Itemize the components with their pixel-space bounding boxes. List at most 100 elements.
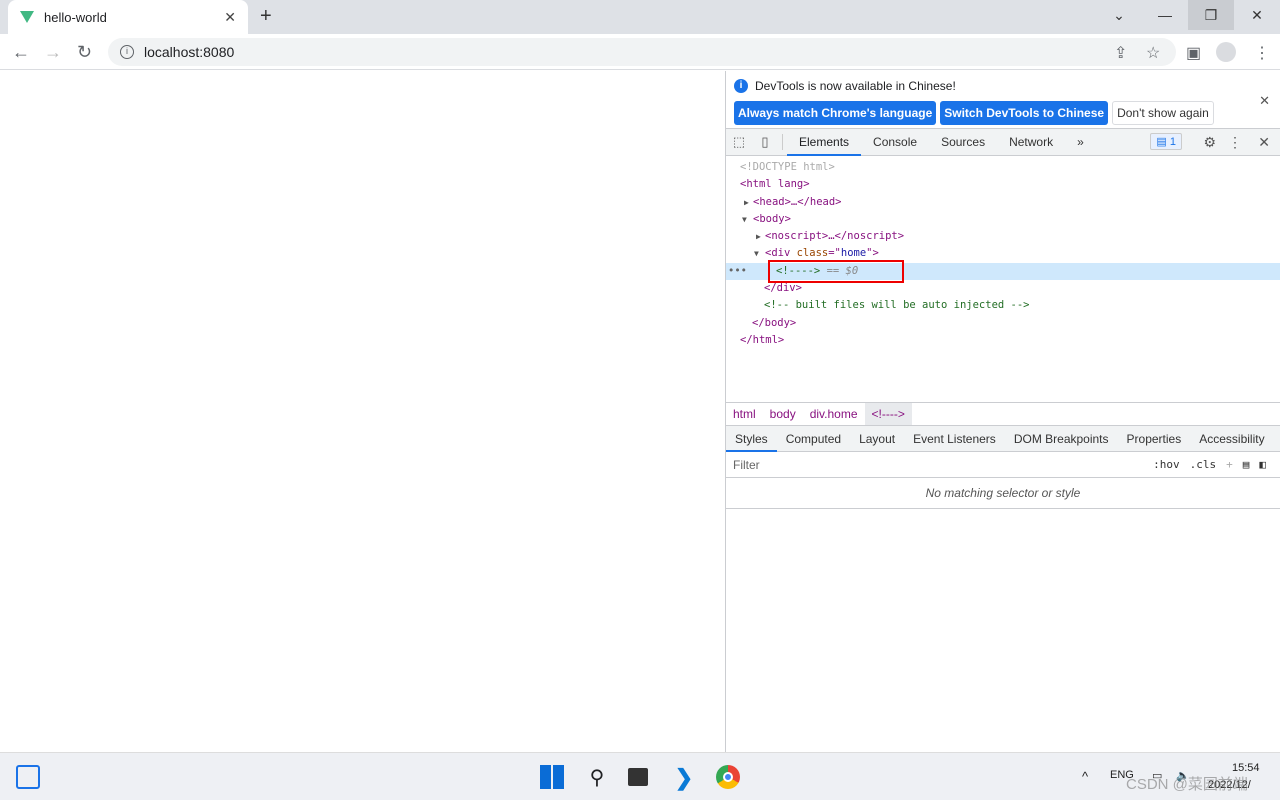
doctype: <!DOCTYPE html> bbox=[740, 161, 835, 173]
dom-node[interactable]: <!DOCTYPE html> bbox=[726, 159, 1280, 176]
reload-button[interactable]: ↻ bbox=[77, 42, 92, 63]
url-text: localhost:8080 bbox=[144, 44, 235, 60]
dom-node[interactable]: ▶ <noscript>…</noscript> bbox=[726, 228, 1280, 245]
menu-icon[interactable]: ⋮ bbox=[1254, 43, 1270, 63]
device-toggle-icon[interactable]: ▯ bbox=[752, 134, 778, 150]
expand-triangle-icon[interactable]: ▶ bbox=[744, 194, 749, 211]
tab-search-button[interactable]: ⌄ bbox=[1096, 0, 1142, 30]
issues-badge[interactable]: ▤ 1 bbox=[1150, 133, 1182, 150]
more-options-icon[interactable]: ⋮ bbox=[1228, 134, 1242, 151]
forward-button[interactable]: → bbox=[44, 42, 62, 63]
taskbar: ⚲ ❯ ^ ENG ▭ 🔈 15:54 2022/12/ bbox=[0, 752, 1280, 800]
divider bbox=[782, 134, 783, 150]
tab-strip: hello-world ✕ + ⌄ — ❐ ✕ bbox=[0, 0, 1280, 34]
crumb-comment[interactable]: <!----> bbox=[864, 403, 912, 425]
devtools-tabs: ⬚ ▯ Elements Console Sources Network » ▤… bbox=[726, 129, 1280, 156]
collapse-triangle-icon[interactable]: ▼ bbox=[754, 245, 759, 262]
tab-title: hello-world bbox=[44, 9, 107, 25]
info-icon: i bbox=[734, 79, 748, 93]
language-infobar: i DevTools is now available in Chinese! A… bbox=[726, 71, 1280, 129]
dom-tree: <!DOCTYPE html> <html lang> ▶ <head>…</he… bbox=[726, 156, 1280, 402]
tab-sources[interactable]: Sources bbox=[929, 129, 997, 156]
devtools-panel: i DevTools is now available in Chinese! A… bbox=[725, 71, 1280, 752]
profile-avatar[interactable] bbox=[1216, 42, 1236, 62]
head-node: <head>…</head> bbox=[753, 195, 842, 208]
body-node: <body> bbox=[753, 212, 791, 225]
div-open: <div bbox=[765, 247, 797, 260]
expand-triangle-icon[interactable]: ▶ bbox=[756, 228, 761, 245]
browser-tab[interactable]: hello-world ✕ bbox=[8, 0, 248, 34]
match-language-button[interactable]: Always match Chrome's language bbox=[734, 101, 937, 125]
close-tab-icon[interactable]: ✕ bbox=[224, 9, 236, 26]
crumb-body[interactable]: body bbox=[763, 403, 803, 425]
attr-eq: =" bbox=[828, 247, 841, 260]
tab-event-listeners[interactable]: Event Listeners bbox=[904, 426, 1005, 452]
tab-computed[interactable]: Computed bbox=[777, 426, 850, 452]
search-icon[interactable]: ⚲ bbox=[585, 765, 609, 789]
tab-dom-breakpoints[interactable]: DOM Breakpoints bbox=[1005, 426, 1118, 452]
more-tabs-icon[interactable]: » bbox=[1065, 129, 1096, 156]
task-view-icon[interactable] bbox=[628, 768, 648, 786]
new-rule-icon[interactable]: + bbox=[1226, 458, 1233, 471]
chrome-icon[interactable] bbox=[716, 765, 740, 789]
filter-input[interactable]: Filter bbox=[733, 458, 760, 472]
switch-chinese-button[interactable]: Switch DevTools to Chinese bbox=[940, 101, 1109, 125]
info-icon[interactable]: i bbox=[120, 45, 134, 59]
start-icon[interactable] bbox=[540, 765, 564, 789]
browser-toolbar: ← → ↻ i localhost:8080 ⇪ ☆ ▣ ⋮ bbox=[0, 34, 1280, 70]
tab-styles[interactable]: Styles bbox=[726, 426, 777, 452]
restore-button[interactable]: ❐ bbox=[1188, 0, 1234, 30]
vue-logo-icon bbox=[20, 11, 34, 23]
paint-icon[interactable]: ▤ bbox=[1243, 458, 1250, 471]
styles-tabs: Styles Computed Layout Event Listeners D… bbox=[726, 426, 1280, 452]
watermark: CSDN @菜园前端 bbox=[1126, 776, 1248, 793]
widgets-icon[interactable] bbox=[16, 765, 40, 789]
side-panel-icon[interactable]: ▣ bbox=[1186, 43, 1201, 63]
noscript-node: <noscript>…</noscript> bbox=[765, 230, 905, 243]
infobar-message: DevTools is now available in Chinese! bbox=[755, 79, 956, 93]
close-devtools-icon[interactable]: ✕ bbox=[1258, 134, 1270, 151]
dom-node[interactable]: </div> bbox=[726, 280, 1280, 297]
tab-network[interactable]: Network bbox=[997, 129, 1065, 156]
close-infobar-icon[interactable]: ✕ bbox=[1259, 93, 1270, 109]
collapse-triangle-icon[interactable]: ▼ bbox=[742, 211, 747, 228]
breadcrumb: html body div.home <!----> bbox=[726, 402, 1280, 426]
vscode-icon[interactable]: ❯ bbox=[672, 765, 696, 790]
div-close-bracket: "> bbox=[866, 247, 879, 260]
tab-accessibility[interactable]: Accessibility bbox=[1190, 426, 1273, 452]
settings-gear-icon[interactable]: ⚙ bbox=[1203, 134, 1216, 151]
dom-node[interactable]: </body> bbox=[726, 315, 1280, 332]
tab-console[interactable]: Console bbox=[861, 129, 929, 156]
address-bar[interactable]: i localhost:8080 bbox=[108, 38, 1176, 66]
back-button[interactable]: ← bbox=[12, 42, 30, 63]
more-dots-icon[interactable]: ••• bbox=[728, 263, 747, 280]
attr-name: class bbox=[796, 247, 829, 260]
attr-value: home bbox=[840, 247, 867, 260]
issues-count: 1 bbox=[1169, 136, 1176, 148]
dom-node[interactable]: <html lang> bbox=[726, 176, 1280, 193]
cls-button[interactable]: .cls bbox=[1190, 458, 1217, 471]
inspect-element-icon[interactable]: ⬚ bbox=[726, 134, 752, 150]
no-match-message: No matching selector or style bbox=[726, 478, 1280, 509]
new-tab-button[interactable]: + bbox=[260, 5, 272, 28]
crumb-div-home[interactable]: div.home bbox=[803, 403, 865, 425]
styles-filter-bar: Filter :hov .cls + ▤ ◧ bbox=[726, 452, 1280, 478]
close-window-button[interactable]: ✕ bbox=[1234, 0, 1280, 30]
tray-chevron-icon[interactable]: ^ bbox=[1082, 769, 1088, 784]
selected-dom-node[interactable]: ••• <!----> == $0 bbox=[726, 259, 1280, 283]
tab-elements[interactable]: Elements bbox=[787, 129, 862, 156]
dom-node[interactable]: ▶ <head>…</head> bbox=[726, 194, 1280, 211]
minimize-button[interactable]: — bbox=[1142, 0, 1188, 30]
dom-node[interactable]: </html> bbox=[726, 332, 1280, 349]
dom-node[interactable]: ▼ <body> bbox=[726, 211, 1280, 228]
tab-layout[interactable]: Layout bbox=[850, 426, 904, 452]
share-icon[interactable]: ⇪ bbox=[1114, 43, 1127, 63]
crumb-html[interactable]: html bbox=[726, 403, 763, 425]
toggle-sidebar-icon[interactable]: ◧ bbox=[1259, 458, 1266, 471]
tab-properties[interactable]: Properties bbox=[1118, 426, 1191, 452]
bookmark-star-icon[interactable]: ☆ bbox=[1146, 43, 1160, 63]
dont-show-again-button[interactable]: Don't show again bbox=[1112, 101, 1214, 125]
dom-node[interactable]: <!-- built files will be auto injected -… bbox=[726, 297, 1280, 314]
page-content bbox=[0, 71, 725, 752]
hov-button[interactable]: :hov bbox=[1153, 458, 1180, 471]
